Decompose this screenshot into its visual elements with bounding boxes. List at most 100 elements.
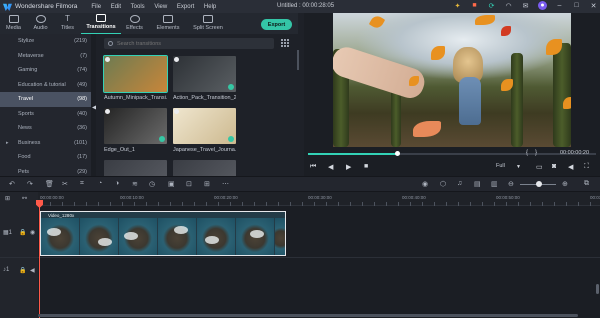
category-stylize[interactable]: Stylize (219) bbox=[0, 34, 91, 49]
category-food[interactable]: Food (17) bbox=[0, 150, 91, 165]
transition-card[interactable] bbox=[173, 160, 236, 176]
favorite-icon[interactable] bbox=[105, 57, 110, 62]
lightbulb-icon[interactable]: ✦ bbox=[453, 1, 462, 10]
favorite-icon[interactable] bbox=[174, 109, 179, 114]
tab-split-screen[interactable]: Split Screen bbox=[188, 15, 228, 34]
audio-mixer-icon[interactable]: ≋ bbox=[132, 180, 138, 188]
grid-view-icon[interactable] bbox=[281, 39, 289, 47]
microphone-icon[interactable]: ♫ bbox=[457, 180, 462, 187]
preview-progress-bar[interactable] bbox=[308, 151, 596, 156]
stop-icon[interactable]: ■ bbox=[364, 163, 368, 170]
timeline-vertical-scrollbar[interactable] bbox=[596, 284, 599, 294]
download-icon[interactable] bbox=[159, 136, 165, 142]
transition-card[interactable]: Edge_Out_1 bbox=[104, 108, 167, 158]
grid-scrollbar[interactable] bbox=[297, 50, 299, 70]
menu-help[interactable]: Help bbox=[204, 4, 216, 10]
play-icon[interactable]: ▶ bbox=[346, 163, 351, 171]
transition-thumbnail[interactable] bbox=[173, 108, 236, 144]
undo-icon[interactable]: ↶ bbox=[9, 180, 15, 188]
fit-timeline-icon[interactable]: ⧉ bbox=[584, 180, 589, 188]
gift-icon[interactable]: ■ bbox=[470, 1, 479, 10]
search-input[interactable] bbox=[117, 40, 267, 47]
timeline-playhead[interactable] bbox=[36, 200, 43, 318]
snapshot-timeline-icon[interactable]: ▥ bbox=[491, 180, 498, 188]
marker-icon[interactable]: ⬡ bbox=[440, 180, 446, 188]
tab-elements[interactable]: Elements bbox=[148, 15, 188, 34]
audio-lock-icon[interactable]: 🔒 bbox=[19, 267, 26, 274]
menu-export[interactable]: Export bbox=[177, 4, 194, 10]
display-settings-icon[interactable]: ▭ bbox=[536, 163, 543, 171]
cut-icon[interactable]: ✂ bbox=[62, 180, 68, 188]
menu-view[interactable]: View bbox=[154, 4, 167, 10]
delete-icon[interactable]: 🗑 bbox=[45, 180, 54, 188]
minimize-icon[interactable]: – bbox=[555, 1, 564, 10]
speed-icon[interactable]: ◔ bbox=[98, 180, 102, 187]
speaker-icon[interactable]: ◀ bbox=[30, 267, 35, 274]
transition-thumbnail[interactable] bbox=[173, 160, 236, 176]
search-box[interactable] bbox=[104, 38, 274, 49]
redo-icon[interactable]: ↷ bbox=[27, 180, 33, 188]
maximize-icon[interactable]: □ bbox=[572, 1, 581, 10]
snapshot-icon[interactable]: ◙ bbox=[552, 163, 556, 170]
render-icon[interactable]: ◉ bbox=[422, 180, 428, 188]
transition-card[interactable]: Action_Pack_Transition_2 bbox=[173, 56, 236, 106]
timeline-horizontal-scrollbar[interactable] bbox=[38, 314, 578, 317]
sync-icon[interactable]: ⟳ bbox=[487, 1, 496, 10]
crop-icon[interactable]: ⌗ bbox=[80, 180, 84, 188]
tab-titles[interactable]: T Titles bbox=[54, 15, 81, 34]
download-icon[interactable] bbox=[228, 136, 234, 142]
eye-icon[interactable]: ◉ bbox=[30, 229, 35, 236]
color-icon[interactable]: ◑ bbox=[115, 180, 119, 187]
voiceover-icon[interactable]: ▤ bbox=[474, 180, 481, 188]
expand-arrow-icon[interactable]: ▸ bbox=[6, 140, 9, 146]
time-ruler[interactable]: 00:00:00:00 00:00:10:00 00:00:20:00 00:00:3… bbox=[38, 192, 600, 206]
transition-card[interactable] bbox=[104, 160, 167, 176]
menu-tools[interactable]: Tools bbox=[131, 4, 145, 10]
mark-in-out[interactable]: {} bbox=[526, 150, 544, 156]
zoom-slider-knob[interactable] bbox=[536, 181, 542, 187]
category-sports[interactable]: Sports (40) bbox=[0, 107, 91, 122]
transition-thumbnail[interactable] bbox=[173, 56, 236, 92]
category-news[interactable]: News (36) bbox=[0, 121, 91, 136]
split-icon[interactable]: ⊞ bbox=[204, 180, 210, 188]
zoom-out-icon[interactable]: ⊖ bbox=[508, 180, 514, 188]
transition-card[interactable]: Japanese_Travel_Journa... bbox=[173, 108, 236, 158]
lock-icon[interactable]: 🔒 bbox=[19, 229, 26, 236]
transition-thumbnail[interactable] bbox=[103, 55, 168, 93]
volume-icon[interactable]: ◀ bbox=[568, 163, 573, 171]
mark-in-button[interactable]: { bbox=[526, 150, 535, 156]
timer-icon[interactable]: ◷ bbox=[149, 180, 155, 188]
more-icon[interactable]: ⋯ bbox=[222, 180, 229, 188]
category-travel[interactable]: Travel (98) bbox=[0, 92, 91, 107]
fit-icon[interactable]: ⊡ bbox=[186, 180, 192, 188]
transition-thumbnail[interactable] bbox=[104, 160, 167, 176]
headset-icon[interactable]: ◠ bbox=[504, 1, 513, 10]
frame-back-icon[interactable]: ◀ bbox=[328, 163, 333, 171]
category-education-tutorial[interactable]: Education & tutorial (49) bbox=[0, 78, 91, 93]
transition-card[interactable]: Autumn_Minipack_Transi... bbox=[103, 55, 168, 106]
export-button[interactable]: Export bbox=[261, 19, 292, 30]
transition-thumbnail[interactable] bbox=[104, 108, 167, 144]
green-screen-icon[interactable]: ▣ bbox=[168, 180, 175, 188]
step-back-icon[interactable]: ⏮ bbox=[310, 163, 316, 171]
menu-file[interactable]: File bbox=[91, 4, 101, 10]
zoom-in-icon[interactable]: ⊕ bbox=[562, 180, 568, 188]
tab-audio[interactable]: Audio bbox=[27, 15, 54, 34]
preview-scrubber[interactable] bbox=[395, 151, 401, 156]
mail-icon[interactable]: ✉ bbox=[521, 1, 530, 10]
quality-dropdown-icon[interactable]: ▼ bbox=[516, 164, 521, 170]
mark-out-button[interactable]: } bbox=[535, 150, 544, 156]
category-metaverse[interactable]: Metaverse (7) bbox=[0, 49, 91, 64]
favorite-icon[interactable] bbox=[105, 109, 110, 114]
tab-effects[interactable]: Effects bbox=[121, 15, 148, 34]
quality-select[interactable]: Full bbox=[496, 163, 505, 169]
video-preview[interactable] bbox=[333, 13, 571, 147]
add-track-icon[interactable]: ⊞ bbox=[5, 195, 10, 202]
menu-edit[interactable]: Edit bbox=[111, 4, 121, 10]
tab-transitions[interactable]: Transitions bbox=[81, 14, 121, 34]
link-icon[interactable]: ⚯ bbox=[22, 195, 27, 202]
account-icon[interactable]: ● bbox=[538, 1, 547, 10]
fullscreen-icon[interactable]: ⛶ bbox=[584, 163, 589, 171]
category-business[interactable]: ▸ Business (101) bbox=[0, 136, 91, 151]
video-clip[interactable]: Video_1280x bbox=[40, 211, 286, 256]
